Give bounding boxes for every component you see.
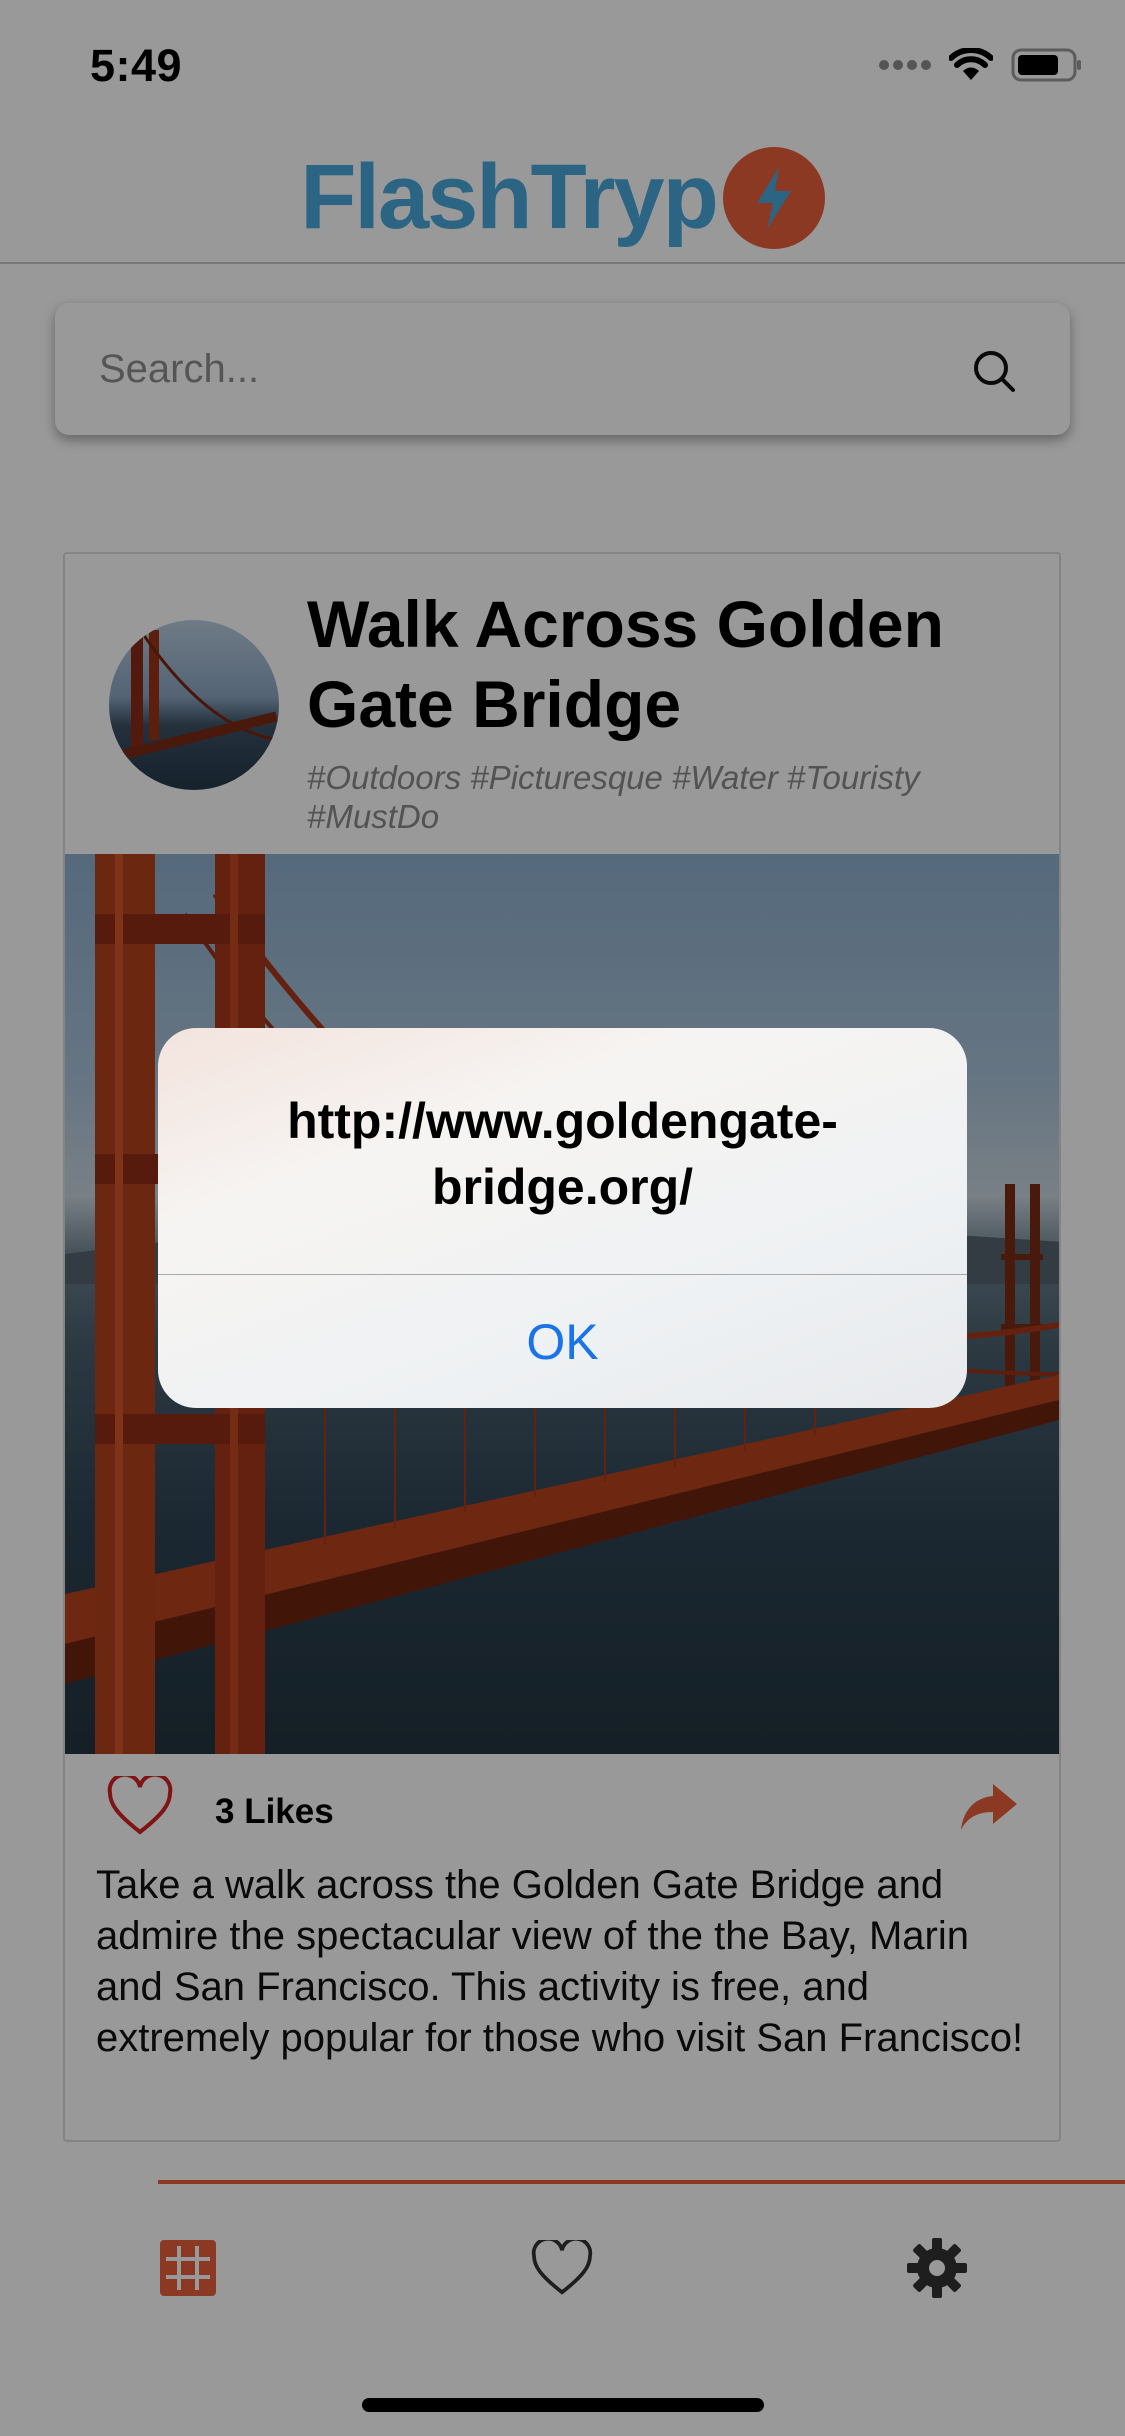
alert-message: http://www.goldengate-bridge.org/ (287, 1093, 838, 1215)
alert-dialog: http://www.goldengate-bridge.org/ OK (158, 1028, 967, 1408)
alert-ok-button[interactable]: OK (158, 1275, 967, 1408)
